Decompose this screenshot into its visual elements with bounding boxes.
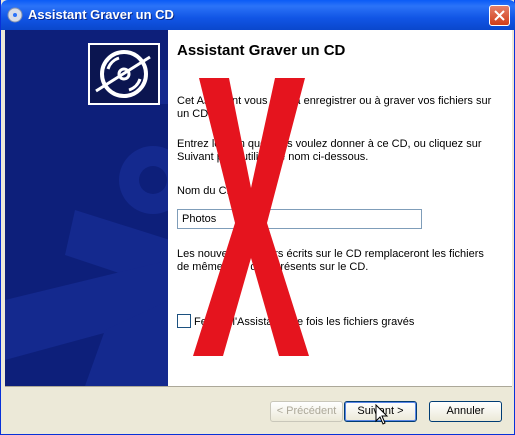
close-button[interactable] [489,5,510,26]
close-wizard-option[interactable]: Fermer l'Assistant une fois les fichiers… [177,314,414,328]
mouse-cursor-icon [375,404,389,425]
cd-disc-icon [88,43,160,105]
warning-text: Les nouveaux fichiers écrits sur le CD r… [177,248,484,273]
footer-separator [5,386,512,387]
instruction-text: Entrez le nom que vous voulez donner à c… [177,138,482,163]
intro-text: Cet Assistant vous aide à enregistrer ou… [177,95,492,120]
wizard-content: Assistant Graver un CD Cet Assistant vou… [168,30,512,386]
window-title: Assistant Graver un CD [28,7,174,22]
cancel-button[interactable]: Annuler [429,401,502,422]
back-button[interactable]: < Précédent [270,401,343,422]
wizard-sidebar [5,30,168,386]
cd-burn-icon [7,7,23,23]
close-icon [494,10,505,21]
close-wizard-checkbox[interactable] [177,314,191,328]
cd-name-label: Nom du CD : [177,185,241,197]
cd-name-input[interactable]: Photos [177,209,422,229]
page-title: Assistant Graver un CD [177,42,346,59]
close-wizard-label: Fermer l'Assistant une fois les fichiers… [194,316,415,328]
wizard-window: Assistant Graver un CD Assistant Graver … [0,0,515,435]
title-bar[interactable]: Assistant Graver un CD [1,0,515,30]
